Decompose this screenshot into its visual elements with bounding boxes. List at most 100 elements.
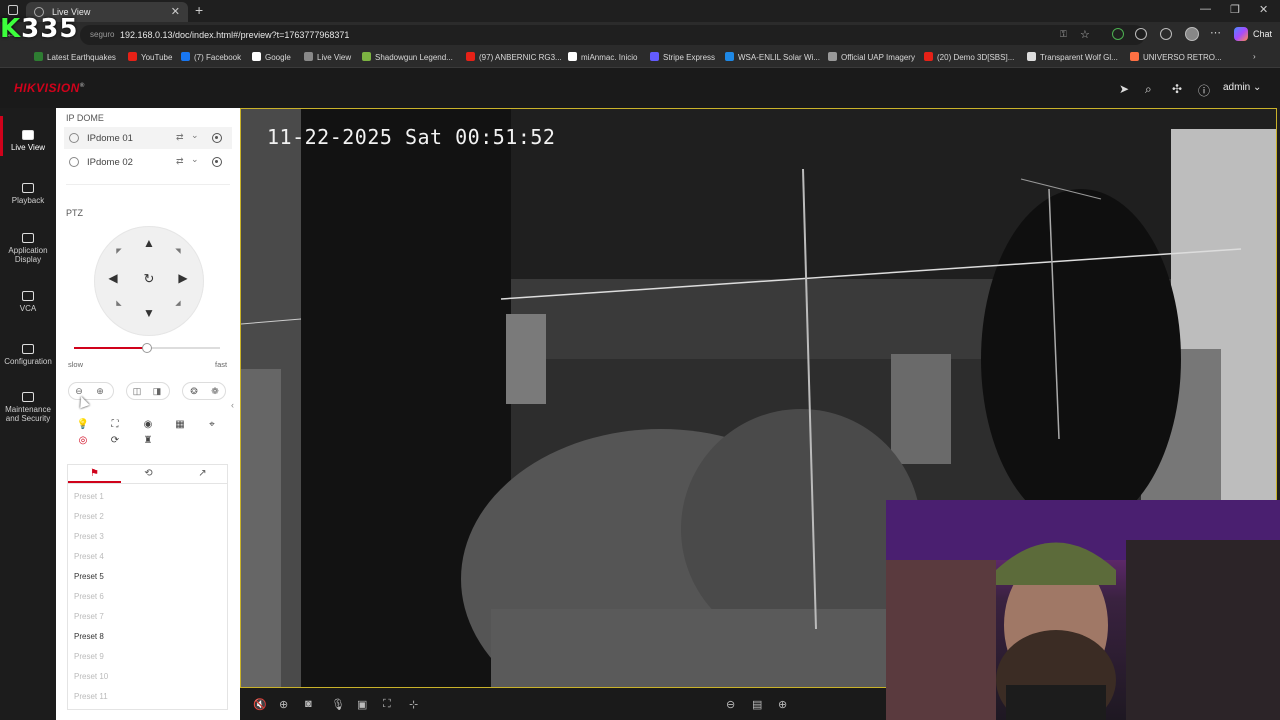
preset-item[interactable]: Preset 4	[74, 552, 104, 561]
preset-item[interactable]: Preset 9	[74, 652, 104, 661]
close-window-icon[interactable]: ✕	[1259, 3, 1268, 16]
preset-item[interactable]: Preset 3	[74, 532, 104, 541]
profile-avatar[interactable]	[1185, 27, 1199, 41]
bookmark-item[interactable]: WSA-ENLIL Solar Wi...	[725, 52, 820, 62]
bookmark-item[interactable]: Google	[252, 52, 291, 62]
speed-slider-handle[interactable]	[142, 343, 152, 353]
chevron-down-icon[interactable]: ⌄	[191, 130, 199, 141]
copilot-icon[interactable]	[1234, 27, 1248, 41]
grid-icon[interactable]: ▦	[173, 418, 187, 432]
preset-item[interactable]: Preset 2	[74, 512, 104, 521]
camera-list-item[interactable]: IPdome 01 ⇄ ⌄	[64, 127, 232, 149]
bookmark-item[interactable]: miAnmac. Inicio	[568, 52, 637, 62]
ptz-up-right-button[interactable]: ◥	[173, 247, 183, 255]
layout-icon[interactable]: ▤	[752, 698, 762, 711]
nav-item[interactable]: VCA	[0, 291, 56, 313]
wiper-icon[interactable]: ◉	[141, 418, 155, 432]
send-icon[interactable]: ➤	[1119, 82, 1129, 96]
light-icon[interactable]: 💡	[76, 418, 90, 432]
bookmark-item[interactable]: Stripe Express	[650, 52, 715, 62]
focus-frame-icon[interactable]: ⛶	[108, 418, 122, 432]
favorites-icon[interactable]	[1160, 28, 1172, 40]
nav-item[interactable]: Configuration	[0, 344, 56, 366]
preset-item[interactable]: Preset 11	[74, 692, 108, 701]
bookmark-item[interactable]: Transparent Wolf Gl...	[1027, 52, 1118, 62]
tab-patrols[interactable]: ⟲	[122, 465, 175, 483]
ptz-speed-slider[interactable]	[74, 343, 220, 353]
one-touch-patrol-icon[interactable]: ⟳	[108, 434, 122, 448]
record-status-icon[interactable]	[212, 133, 222, 143]
preset-item[interactable]: Preset 5	[74, 572, 104, 581]
mute-icon[interactable]: 🔇	[253, 698, 267, 711]
extension-shield-icon[interactable]	[1112, 28, 1124, 40]
fullscreen-icon[interactable]: ⊹	[409, 698, 418, 711]
chat-button[interactable]: Chat	[1253, 29, 1272, 39]
iris-close-icon[interactable]: ❁	[206, 382, 224, 400]
camera-list-item[interactable]: IPdome 02 ⇄ ⌄	[64, 151, 232, 173]
maximize-icon[interactable]: ❐	[1230, 3, 1240, 16]
ptz-up-button[interactable]: ▲	[141, 236, 157, 250]
nav-item[interactable]: Live View	[0, 130, 56, 152]
bookmark-item[interactable]: UNIVERSO RETRO...	[1130, 52, 1222, 62]
record-status-icon[interactable]	[212, 157, 222, 167]
url-text[interactable]: 192.168.0.13/doc/index.html#/preview?t=1…	[120, 30, 349, 40]
nav-item[interactable]: Maintenance and Security	[0, 392, 56, 423]
preset-item[interactable]: Preset 6	[74, 592, 104, 601]
auto-pan-icon[interactable]: ↻	[141, 271, 157, 287]
preset-item[interactable]: Preset 7	[74, 612, 104, 621]
minimize-icon[interactable]: —	[1200, 3, 1211, 15]
ptz-down-left-button[interactable]: ◣	[114, 299, 124, 307]
3d-positioning-icon[interactable]: ⛶	[383, 698, 391, 711]
chevron-down-icon[interactable]: ⌄	[191, 154, 199, 165]
bookmark-item[interactable]: Shadowgun Legend...	[362, 52, 453, 62]
user-menu[interactable]: admin ⌄	[1223, 82, 1261, 93]
focus-far-icon[interactable]: ◨	[148, 382, 166, 400]
zoom-in-icon[interactable]: ⊕	[91, 382, 109, 400]
info-icon[interactable]: ⓘ	[1198, 82, 1210, 99]
ptz-up-left-button[interactable]: ◤	[114, 247, 124, 255]
bookmark-item[interactable]: Live View	[304, 52, 351, 62]
bookmark-item[interactable]: Official UAP Imagery	[828, 52, 915, 62]
bookmark-item[interactable]: (7) Facebook	[181, 52, 241, 62]
preset-item[interactable]: Preset 10	[74, 672, 108, 681]
url-bar[interactable]: seguro 192.168.0.13/doc/index.html#/prev…	[80, 25, 1145, 45]
digital-zoom-icon[interactable]: ⊕	[279, 698, 288, 711]
stream-type-icon[interactable]: ⇄	[176, 132, 184, 143]
tab-presets[interactable]: ⚑	[68, 465, 121, 483]
password-key-icon[interactable]: ⚿	[1060, 29, 1067, 40]
more-bookmarks-icon[interactable]: ›	[1253, 52, 1256, 61]
iris-open-icon[interactable]: ❂	[185, 382, 203, 400]
focus-near-icon[interactable]: ◫	[128, 382, 146, 400]
ptz-right-button[interactable]: ▶	[175, 271, 191, 285]
collapse-panel-icon[interactable]: ‹	[231, 400, 234, 410]
ptz-down-button[interactable]: ▼	[141, 306, 157, 320]
ptz-left-button[interactable]: ◀	[105, 271, 121, 285]
bookmark-item[interactable]: YouTube	[128, 52, 172, 62]
ptz-down-right-button[interactable]: ◢	[173, 299, 183, 307]
preset-item[interactable]: Preset 8	[74, 632, 104, 641]
microphone-icon[interactable]: 🎙	[331, 698, 345, 711]
search-icon[interactable]: ⌕	[1145, 82, 1152, 97]
record-icon[interactable]: ▣	[357, 698, 367, 711]
nav-item[interactable]: Application Display	[0, 233, 56, 264]
capture-icon[interactable]: ◙	[305, 698, 312, 710]
tab-patterns[interactable]: ↗	[176, 465, 229, 483]
bookmark-item[interactable]: (20) Demo 3D[SBS]...	[924, 52, 1014, 62]
close-tab-icon[interactable]: ✕	[171, 5, 180, 18]
bookmark-star-icon[interactable]: ☆	[1080, 28, 1090, 41]
stream-type-icon[interactable]: ⇄	[176, 156, 184, 167]
new-tab-icon[interactable]: +	[195, 2, 203, 18]
bookmark-item[interactable]: (97) ANBERNIC RG3...	[466, 52, 562, 62]
bookmark-item[interactable]: Latest Earthquakes	[34, 52, 116, 62]
puzzle-icon[interactable]: ✣	[1172, 82, 1182, 96]
park-action-icon[interactable]: ♜	[141, 434, 155, 448]
next-page-icon[interactable]: ⊕	[778, 698, 787, 711]
previous-page-icon[interactable]: ⊖	[726, 698, 735, 711]
preset-item[interactable]: Preset 1	[74, 492, 104, 501]
nav-item[interactable]: Playback	[0, 183, 56, 205]
extensions-icon[interactable]	[1135, 28, 1147, 40]
regional-focus-icon[interactable]: ⌖	[205, 418, 219, 432]
regional-exposure-icon[interactable]: ◎	[76, 434, 90, 448]
security-indicator[interactable]: seguro	[90, 30, 114, 39]
browser-menu-icon[interactable]: ⋯	[1210, 26, 1221, 39]
